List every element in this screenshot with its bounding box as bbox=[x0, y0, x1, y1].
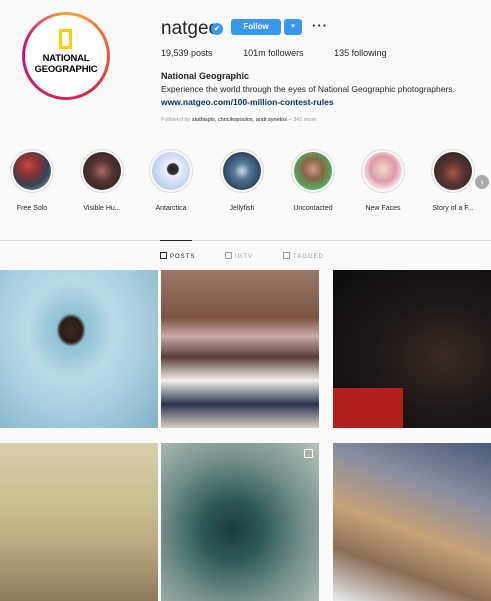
followers-count[interactable]: 101m followers bbox=[243, 48, 304, 58]
highlight-story-of-a-f[interactable]: Story of a F... bbox=[423, 149, 483, 212]
tabs-divider bbox=[0, 240, 491, 241]
post-thumbnail[interactable] bbox=[0, 270, 158, 428]
logo-text-line1: NATIONAL bbox=[42, 53, 90, 64]
full-name: National Geographic bbox=[161, 71, 250, 81]
highlight-antarctica[interactable]: Antarctica bbox=[141, 149, 201, 212]
highlight-ring bbox=[10, 149, 54, 193]
tab-igtv-label: IGTV bbox=[235, 254, 254, 260]
more-options-icon[interactable]: ··· bbox=[312, 18, 328, 33]
highlight-ring bbox=[220, 149, 264, 193]
followed-by-names: stathispls, chricikopoulos, andr.synetos bbox=[191, 117, 287, 123]
highlight-thumbnail bbox=[83, 152, 121, 190]
highlight-free-solo[interactable]: Free Solo bbox=[2, 149, 62, 212]
grid-icon bbox=[160, 252, 167, 259]
followed-by[interactable]: Followed by stathispls, chricikopoulos, … bbox=[161, 117, 316, 123]
follow-button[interactable]: Follow bbox=[231, 19, 281, 35]
verified-badge-icon: ✔ bbox=[211, 23, 223, 35]
highlight-uncontacted[interactable]: Uncontacted bbox=[283, 149, 343, 212]
highlight-thumbnail bbox=[294, 152, 332, 190]
profile-stats: 19,539 posts 101m followers 135 followin… bbox=[161, 48, 415, 58]
post-thumbnail[interactable] bbox=[333, 270, 491, 428]
highlight-ring bbox=[361, 149, 405, 193]
suggested-dropdown-button[interactable]: ▾ bbox=[284, 19, 302, 35]
avatar-inner: NATIONAL GEOGRAPHIC bbox=[25, 15, 107, 97]
chevron-right-icon[interactable]: › bbox=[475, 175, 489, 189]
followed-by-more: + 341 more bbox=[286, 117, 317, 123]
highlight-thumbnail bbox=[364, 152, 402, 190]
highlight-label: Free Solo bbox=[16, 205, 48, 212]
highlight-thumbnail bbox=[434, 152, 472, 190]
highlight-label: Antarctica bbox=[155, 205, 187, 212]
igtv-icon bbox=[225, 252, 232, 259]
highlight-ring bbox=[80, 149, 124, 193]
tab-tagged-label: TAGGED bbox=[293, 254, 324, 260]
highlight-jellyfish[interactable]: Jellyfish bbox=[212, 149, 272, 212]
highlight-label: Uncontacted bbox=[293, 205, 333, 212]
followed-by-prefix: Followed by bbox=[161, 117, 192, 123]
post-thumbnail[interactable] bbox=[161, 443, 319, 601]
multiple-posts-icon bbox=[304, 449, 313, 458]
logo-text-line2: GEOGRAPHIC bbox=[34, 64, 98, 75]
highlight-label: Visible Hu... bbox=[83, 205, 121, 212]
highlight-label: Story of a F... bbox=[432, 205, 474, 212]
highlight-ring bbox=[149, 149, 193, 193]
highlight-visible-human[interactable]: Visible Hu... bbox=[72, 149, 132, 212]
tab-posts[interactable]: POSTS bbox=[160, 252, 195, 260]
bio-link[interactable]: www.natgeo.com/100-million-contest-rules bbox=[161, 97, 334, 107]
highlight-label: New Faces bbox=[365, 205, 401, 212]
tagged-icon bbox=[283, 252, 290, 259]
red-light-shape bbox=[333, 388, 403, 428]
highlight-thumbnail bbox=[152, 152, 190, 190]
highlight-new-faces[interactable]: New Faces bbox=[353, 149, 413, 212]
post-thumbnail[interactable] bbox=[333, 443, 491, 601]
highlight-thumbnail bbox=[223, 152, 261, 190]
natgeo-yellow-rectangle-icon bbox=[59, 29, 72, 49]
post-thumbnail[interactable] bbox=[0, 443, 158, 601]
following-count[interactable]: 135 following bbox=[334, 48, 387, 58]
posts-count: 19,539 posts bbox=[161, 48, 213, 58]
active-tab-indicator bbox=[160, 240, 192, 241]
highlight-thumbnail bbox=[13, 152, 51, 190]
tab-posts-label: POSTS bbox=[170, 254, 196, 260]
post-thumbnail[interactable] bbox=[161, 270, 319, 428]
bio-text: Experience the world through the eyes of… bbox=[161, 84, 455, 94]
tab-igtv[interactable]: IGTV bbox=[225, 252, 253, 260]
highlight-ring bbox=[431, 149, 475, 193]
tab-tagged[interactable]: TAGGED bbox=[283, 252, 324, 260]
highlight-label: Jellyfish bbox=[229, 205, 255, 212]
profile-avatar[interactable]: NATIONAL GEOGRAPHIC bbox=[22, 12, 110, 100]
highlight-ring bbox=[291, 149, 335, 193]
